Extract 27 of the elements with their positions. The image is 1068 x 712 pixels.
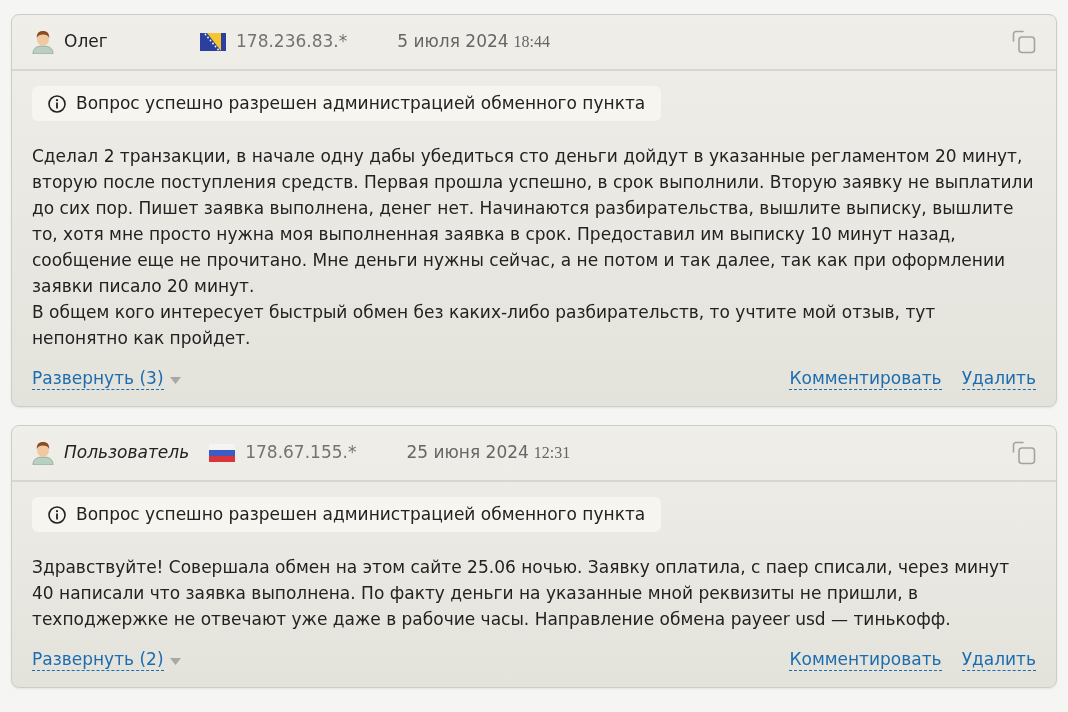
notice-text: Вопрос успешно разрешен администрацией обменного пункта <box>76 502 646 526</box>
author-name: Пользователь <box>64 441 190 465</box>
review-date: 5 июля 2024 <box>397 30 509 54</box>
ip-address: 178.67.155.* <box>245 441 357 465</box>
author-name: Олег <box>64 30 109 54</box>
ip-address: 178.236.83.* <box>236 30 348 54</box>
action-link[interactable]: Комментировать <box>789 648 942 671</box>
copy-icon[interactable] <box>1012 30 1036 54</box>
action-link[interactable]: Комментировать <box>789 367 942 390</box>
user-avatar-icon <box>32 441 54 465</box>
review-text: В общем кого интересует быстрый обмен без каких-либо разбирательств, то учтите мой отзыв, тут непонятно как пройдет. <box>32 301 937 350</box>
expand-link[interactable]: Развернуть (2) <box>32 648 164 671</box>
caret-icon[interactable] <box>169 658 181 665</box>
user-avatar-icon <box>32 30 54 54</box>
info-icon <box>48 505 66 524</box>
notice-text: Вопрос успешно разрешен администрацией обменного пункта <box>76 91 646 115</box>
caret-icon[interactable] <box>169 377 181 384</box>
review-text: Здравствуйте! Совершала обмен на этом сайте 25.06 ночью. Заявку оплатила, с паер списали, через минут 40 написали что заявка выполнена. По факту деньги на указанные мной реквизиты не пришли, в техподжержке не отвечают уже даже в рабочие часы. Направление обмена payeer usd — тинькофф. <box>32 556 1011 631</box>
expand-link[interactable]: Развернуть (3) <box>32 367 164 390</box>
review-time: 12:31 <box>533 443 571 463</box>
action-link[interactable]: Удалить <box>961 367 1036 390</box>
review-time: 18:44 <box>513 32 551 52</box>
info-icon <box>48 94 66 113</box>
copy-icon[interactable] <box>1012 441 1036 465</box>
review-text: Сделал 2 транзакции, в начале одну дабы убедиться сто деньги дойдут в указанные регламентом 20 минут, вторую после поступления средств. Первая прошла успешно, в срок выполнили. Вторую заявку не выплатили до сих пор. Пишет заявка выполнена, денег нет. Начинаются разбирательства, вышлите выписку, вышлите то, хотя мне просто нужна моя выполненная заявка в срок. Предоставил им выписку 10 минут назад, сообщение еще не прочитано. Мне деньги нужны сейчас, а не потом и так далее, так как при оформлении заявки писало 20 минут. <box>32 145 1035 298</box>
action-link[interactable]: Удалить <box>961 648 1036 671</box>
review-date: 25 июня 2024 <box>406 441 529 465</box>
